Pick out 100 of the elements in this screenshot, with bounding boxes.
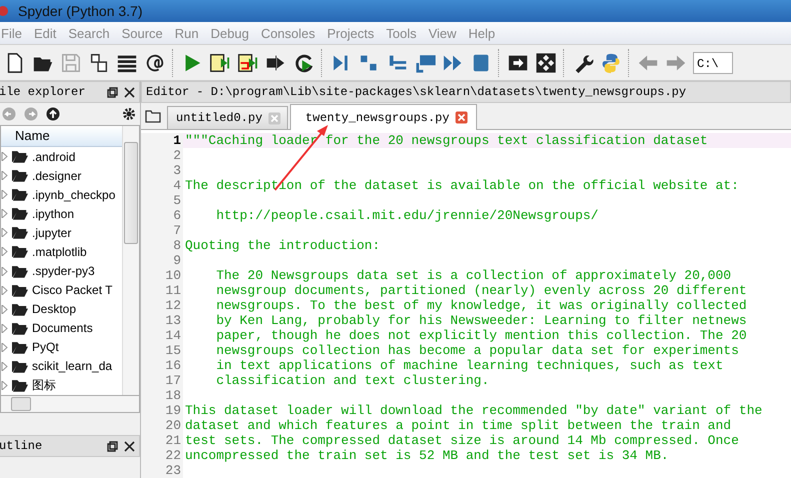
folder-name[interactable]: Cisco Packet T [32,283,112,298]
line-number: 21 [141,433,183,448]
run-cell-icon[interactable] [209,52,231,74]
expand-arrow-icon[interactable] [1,152,8,162]
code-line: Quoting the introduction: [184,238,382,253]
line-number: 13 [141,313,183,328]
close-icon[interactable] [124,86,135,98]
folder-icon [12,207,28,220]
close-icon[interactable] [124,440,135,452]
up-icon[interactable] [46,107,60,121]
code-line: test sets. The compressed dataset size is around 14 Mb compressed. Once [184,433,740,448]
line-number: 17 [141,373,183,388]
line-number: 6 [141,208,183,223]
line-number: 22 [141,448,183,463]
settings-icon[interactable] [122,107,136,121]
code-line: uncompressed the train set is 52 MB and the test set is 34 MB. [184,448,670,463]
code-line: The 20 Newsgroups data set is a collection of approximately 20,000 [215,268,732,283]
undock-icon[interactable] [107,440,118,452]
folder-name[interactable]: Desktop [32,302,76,316]
undock-icon[interactable] [107,86,118,98]
line-number: 7 [141,223,183,238]
expand-arrow-icon[interactable] [1,362,8,371]
line-number: 23 [141,463,183,478]
folder-icon [12,188,28,202]
fullscreen-icon[interactable] [535,52,557,74]
folder-name[interactable]: .ipynb_checkpo [32,188,116,202]
horizontal-scrollbar[interactable] [0,396,140,413]
folder-icon [12,245,28,258]
line-number: 12 [141,298,183,313]
expand-arrow-icon[interactable] [1,266,8,276]
line-number: 15 [141,343,183,358]
code-line: newsgroups. To the best of my knowledge, it was originally collected [215,298,748,313]
line-number: 5 [141,193,183,208]
line-number: 8 [141,238,183,253]
line-number: 9 [141,253,183,268]
panel-title: ile explorer [0,85,86,99]
folder-name[interactable]: .jupyter [32,226,72,240]
line-number: 1 [141,133,183,148]
code-line: http://people.csail.mit.edu/jrennie/20Newsgroups/ [215,208,600,223]
expand-arrow-icon[interactable] [1,228,8,238]
line-number: 11 [141,283,183,298]
window-title: Spyder (Python 3.7) [18,3,143,19]
line-number: 4 [141,178,183,193]
line-number: 16 [141,358,183,373]
file-tab[interactable]: untitled0.py [167,106,288,129]
folder-icon [12,322,28,335]
line-number: 20 [141,418,183,433]
expand-arrow-icon[interactable] [1,304,8,314]
folder-icon [12,169,28,182]
save-all-icon[interactable] [88,52,110,74]
line-number: 19 [141,403,183,418]
folder-icon [12,150,28,164]
folder-name[interactable]: .matplotlib [32,244,87,259]
expand-arrow-icon[interactable] [1,247,8,256]
expand-arrow-icon[interactable] [1,209,8,218]
folder-name[interactable]: .spyder-py3 [32,264,95,278]
line-number: 10 [141,268,183,283]
folder-icon[interactable] [145,108,161,124]
expand-arrow-icon[interactable] [1,324,8,333]
expand-arrow-icon[interactable] [1,380,8,390]
path-field[interactable]: C:\ [693,52,733,74]
code-line: newsgroup documents, partitioned (nearly) evenly across 20 different [215,283,748,298]
expand-arrow-icon[interactable] [1,190,8,200]
expand-arrow-icon[interactable] [1,286,8,295]
folder-name[interactable]: .ipython [32,206,74,221]
code-line: by Ken Lang, probably for his Newsweeder: Learning to filter netnews [215,313,748,328]
line-number: 2 [141,148,183,163]
code-line: dataset and which features a point in time split between the train and [184,418,732,433]
expand-arrow-icon[interactable] [1,342,8,352]
file-tab[interactable]: twenty_newsgroups.py [290,104,478,130]
folder-icon [12,264,28,278]
back-icon[interactable] [2,107,16,121]
code-line: classification and text clustering. [215,373,490,388]
code-line: in text applications of machine learning techniques, such as text [215,358,724,373]
code-line: newsgroups collection has become a popular data set for experiments [215,343,740,358]
python-icon[interactable] [600,52,622,74]
panel-title: utline [0,439,42,453]
run-cell-advance-icon[interactable] [237,52,259,74]
line-number: 14 [141,328,183,343]
code-line: paper, though he does not explicitly mention this collection. The 20 [215,328,748,343]
editor-title: Editor - D:\program\Lib\site-packages\sklearn\datasets\twenty_newsgroups.py [146,85,686,99]
line-number: 18 [141,388,183,403]
folder-name[interactable]: .android [32,150,76,164]
folder-icon [12,340,28,354]
folder-name[interactable]: Documents [32,321,93,336]
folder-icon [12,284,28,297]
folder-name[interactable]: 图标 [32,376,56,394]
folder-icon [12,226,28,240]
forward-icon[interactable] [24,107,38,121]
folder-name[interactable]: .designer [32,168,82,183]
code-line: This dataset loader will download the recommended "by date" variant of the [184,403,764,418]
folder-icon [12,378,28,392]
expand-arrow-icon[interactable] [1,171,8,180]
vertical-scrollbar[interactable] [122,126,139,395]
folder-icon [12,302,28,316]
folder-name[interactable]: PyQt [32,340,59,354]
code-editor[interactable] [141,130,791,478]
folder-name[interactable]: scikit_learn_da [32,359,112,374]
line-number: 3 [141,163,183,178]
column-header[interactable]: Name [1,126,122,147]
